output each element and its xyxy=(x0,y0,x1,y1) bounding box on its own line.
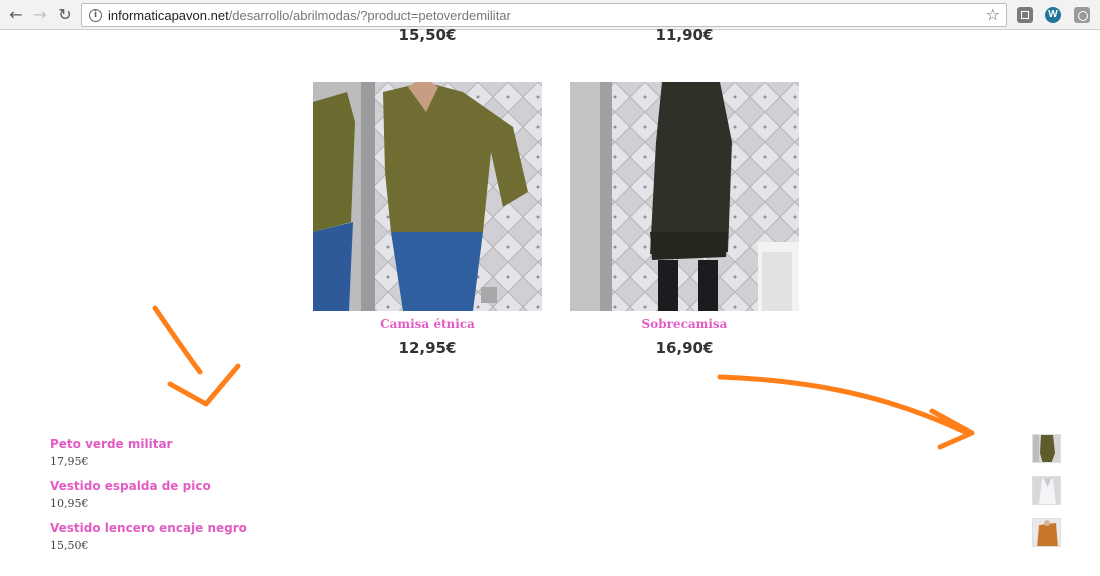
annotation-arrows xyxy=(152,305,975,450)
